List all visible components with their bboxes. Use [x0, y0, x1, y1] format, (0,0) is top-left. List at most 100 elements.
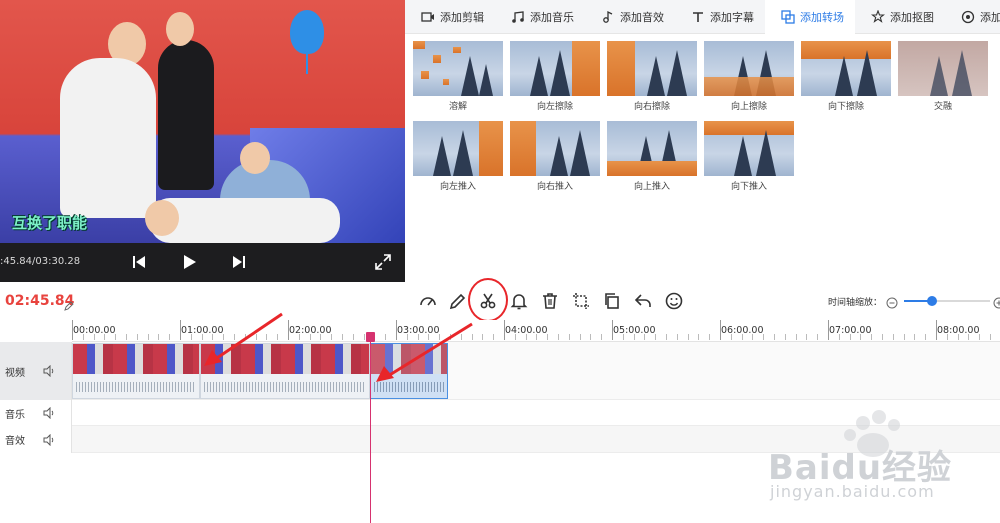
ruler-minor-tick	[784, 334, 786, 340]
ruler-minor-tick	[968, 334, 970, 340]
next-frame-icon[interactable]	[230, 253, 248, 271]
ruler-minor-tick	[169, 334, 171, 340]
ruler-minor-tick	[838, 334, 840, 340]
copy-icon[interactable]	[602, 291, 622, 311]
transition-dissolve[interactable]: 溶解	[413, 41, 503, 115]
edit-pen-icon[interactable]	[448, 291, 468, 311]
ruler-minor-tick	[925, 334, 927, 340]
ruler-minor-tick	[309, 334, 311, 340]
transition-push-up[interactable]: 向上推入	[607, 121, 697, 195]
ruler-minor-tick	[871, 334, 873, 340]
bell-icon[interactable]	[509, 291, 529, 311]
film-icon	[421, 10, 435, 24]
ruler-minor-tick	[190, 334, 192, 340]
ruler-minor-tick	[990, 334, 991, 340]
tab-add-filter[interactable]: 添加滤镜	[945, 0, 1000, 34]
audio-waveform	[204, 382, 366, 392]
player-controls: :45.84/03:30.28	[0, 243, 405, 282]
ruler-minor-tick	[568, 334, 570, 340]
transition-wipe-right[interactable]: 向右擦除	[607, 41, 697, 115]
speed-icon[interactable]	[418, 291, 438, 311]
sound-effect-icon	[601, 10, 615, 24]
zoom-slider-handle[interactable]	[927, 296, 938, 306]
ruler-minor-tick	[93, 334, 95, 340]
ruler-minor-tick	[363, 334, 365, 340]
tab-add-clip[interactable]: 添加剪辑	[405, 0, 495, 34]
edit-time-icon[interactable]	[64, 296, 74, 311]
ruler-minor-tick	[687, 334, 689, 340]
playback-time: :45.84/03:30.28	[0, 256, 81, 267]
ruler-minor-tick	[104, 334, 106, 340]
ruler-minor-tick	[676, 334, 678, 340]
ruler-minor-tick	[860, 334, 862, 340]
playhead[interactable]	[370, 333, 371, 523]
tab-add-music[interactable]: 添加音乐	[495, 0, 585, 34]
ruler-minor-tick	[752, 334, 754, 340]
ruler-minor-tick	[115, 334, 117, 340]
transition-push-right[interactable]: 向右推入	[510, 121, 600, 195]
watermark-url: jingyan.baidu.com	[770, 482, 935, 501]
transition-wipe-down[interactable]: 向下擦除	[801, 41, 891, 115]
zoom-in-icon[interactable]	[993, 294, 1000, 309]
ruler-minor-tick	[342, 334, 343, 340]
zoom-out-icon[interactable]	[886, 294, 898, 309]
ruler-minor-tick	[817, 334, 819, 340]
ruler-minor-tick	[903, 334, 905, 340]
video-editor: 互换了职能 :45.84/03:30.28 添加剪辑 添加音乐 添加音效 添加字…	[0, 0, 1000, 523]
ruler-minor-tick	[774, 334, 775, 340]
transition-blend[interactable]: 交融	[898, 41, 988, 115]
music-icon	[511, 10, 525, 24]
tab-add-transition[interactable]: 添加转场	[765, 0, 855, 34]
ruler-minor-tick	[666, 334, 667, 340]
ruler-minor-tick	[655, 334, 657, 340]
play-icon[interactable]	[180, 253, 198, 271]
ruler-minor-tick	[352, 334, 354, 340]
balloon-graphic	[290, 10, 324, 54]
ruler-minor-tick	[709, 334, 711, 340]
tab-add-subtitle[interactable]: 添加字幕	[675, 0, 765, 34]
ruler-minor-tick	[741, 334, 743, 340]
speaker-icon[interactable]	[43, 433, 55, 446]
tab-add-sound-effect[interactable]: 添加音效	[585, 0, 675, 34]
ruler-minor-tick	[892, 334, 894, 340]
speaker-icon[interactable]	[43, 406, 55, 420]
ruler-minor-tick	[849, 334, 851, 340]
track-header-music: 音乐	[0, 400, 72, 426]
ruler-minor-tick	[525, 334, 527, 340]
text-icon	[691, 10, 705, 24]
ruler-minor-tick	[806, 334, 808, 340]
ruler-minor-tick	[320, 334, 322, 340]
emoji-icon[interactable]	[664, 291, 684, 311]
filter-icon	[961, 10, 975, 24]
tab-add-cutout[interactable]: 添加抠图	[855, 0, 945, 34]
crop-icon[interactable]	[571, 291, 591, 311]
ruler-minor-tick	[882, 334, 883, 340]
transition-push-down[interactable]: 向下推入	[704, 121, 794, 195]
video-frame[interactable]: 互换了职能	[0, 0, 405, 243]
ruler-minor-tick	[979, 334, 981, 340]
trash-icon[interactable]	[540, 291, 560, 311]
ruler-minor-tick	[730, 334, 732, 340]
zoom-label: 时间轴缩放：	[828, 298, 883, 308]
track-header-sfx: 音效	[0, 426, 72, 453]
speaker-icon[interactable]	[43, 364, 55, 378]
ruler-minor-tick	[558, 334, 559, 340]
ruler-minor-tick	[946, 334, 948, 340]
transition-wipe-left[interactable]: 向左擦除	[510, 41, 600, 115]
undo-icon[interactable]	[633, 291, 653, 311]
video-clip[interactable]	[72, 343, 200, 399]
transition-icon	[781, 10, 795, 24]
ruler-minor-tick	[601, 334, 603, 340]
transition-wipe-up[interactable]: 向上擦除	[704, 41, 794, 115]
transition-push-left[interactable]: 向左推入	[413, 121, 503, 195]
person-white	[60, 58, 156, 218]
ruler-minor-tick	[126, 334, 127, 340]
transition-thumbnail	[413, 41, 503, 96]
person-dark	[158, 40, 214, 190]
ruler-minor-tick	[331, 334, 333, 340]
fullscreen-icon[interactable]	[374, 253, 392, 271]
prev-frame-icon[interactable]	[130, 253, 148, 271]
effects-panel: 添加剪辑 添加音乐 添加音效 添加字幕 添加转场 添加抠图 添加 溶解 向左擦除…	[405, 0, 1000, 282]
ruler-minor-tick	[536, 334, 538, 340]
zoom-slider[interactable]	[904, 296, 990, 306]
